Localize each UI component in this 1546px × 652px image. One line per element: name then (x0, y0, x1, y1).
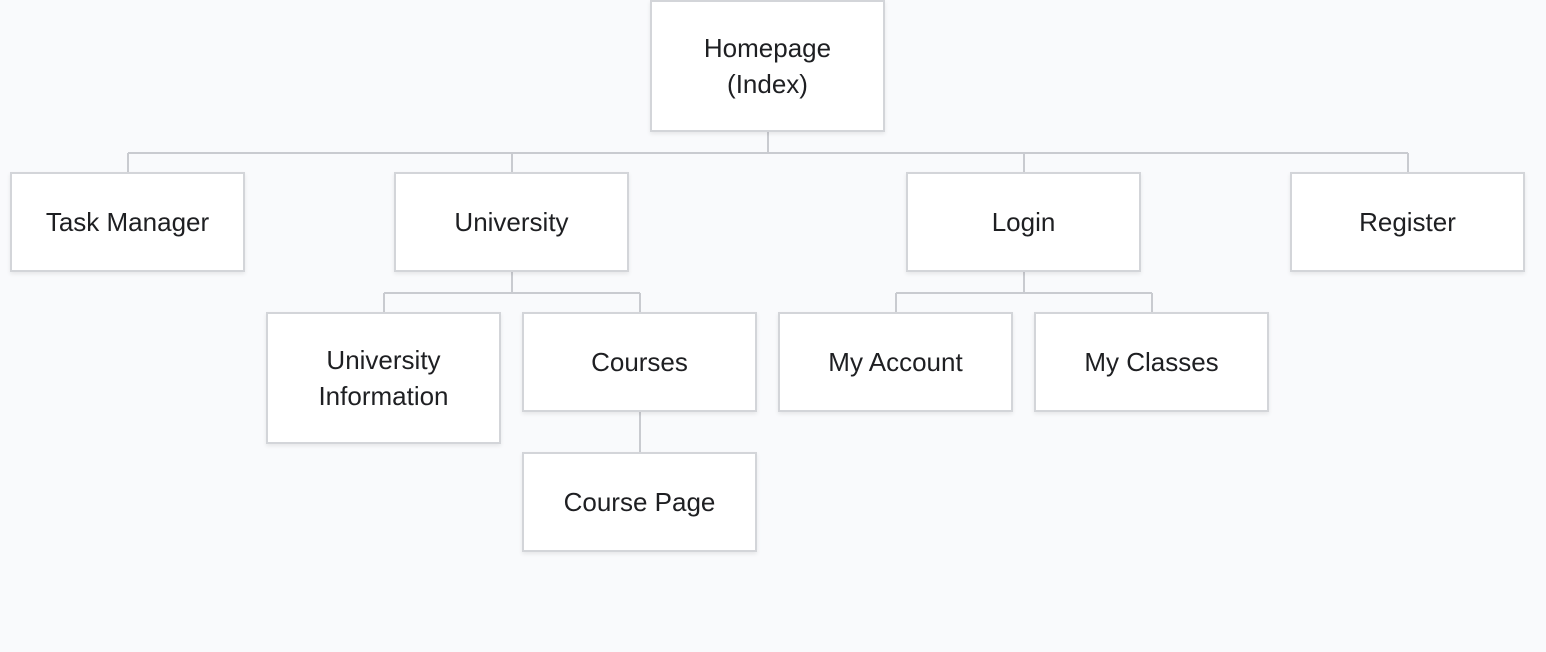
node-register[interactable]: Register (1290, 172, 1525, 272)
node-university[interactable]: University (394, 172, 629, 272)
node-homepage[interactable]: Homepage (Index) (650, 0, 885, 132)
node-task-manager-label: Task Manager (45, 207, 210, 237)
node-my-classes[interactable]: My Classes (1034, 312, 1269, 412)
node-course-page[interactable]: Course Page (522, 452, 757, 552)
sitemap-diagram: Homepage (Index) Task Manager University… (0, 0, 1546, 652)
node-register-label: Register (1359, 207, 1456, 237)
node-courses[interactable]: Courses (522, 312, 757, 412)
node-university-information[interactable]: University Information (266, 312, 501, 444)
node-task-manager[interactable]: Task Manager (10, 172, 245, 272)
node-homepage-label: Homepage (Index) (703, 33, 832, 99)
node-login[interactable]: Login (906, 172, 1141, 272)
node-my-classes-label: My Classes (1084, 347, 1219, 377)
connector-university-children (383, 272, 641, 312)
node-my-account[interactable]: My Account (778, 312, 1013, 412)
node-my-account-label: My Account (828, 347, 963, 377)
connector-home-children (127, 132, 1409, 172)
node-university-label: University (454, 207, 569, 237)
node-courses-label: Courses (591, 347, 688, 377)
node-university-information-label: University Information (318, 345, 449, 411)
node-course-page-label: Course Page (563, 487, 716, 517)
node-login-label: Login (991, 207, 1056, 237)
connector-login-children (895, 272, 1153, 312)
